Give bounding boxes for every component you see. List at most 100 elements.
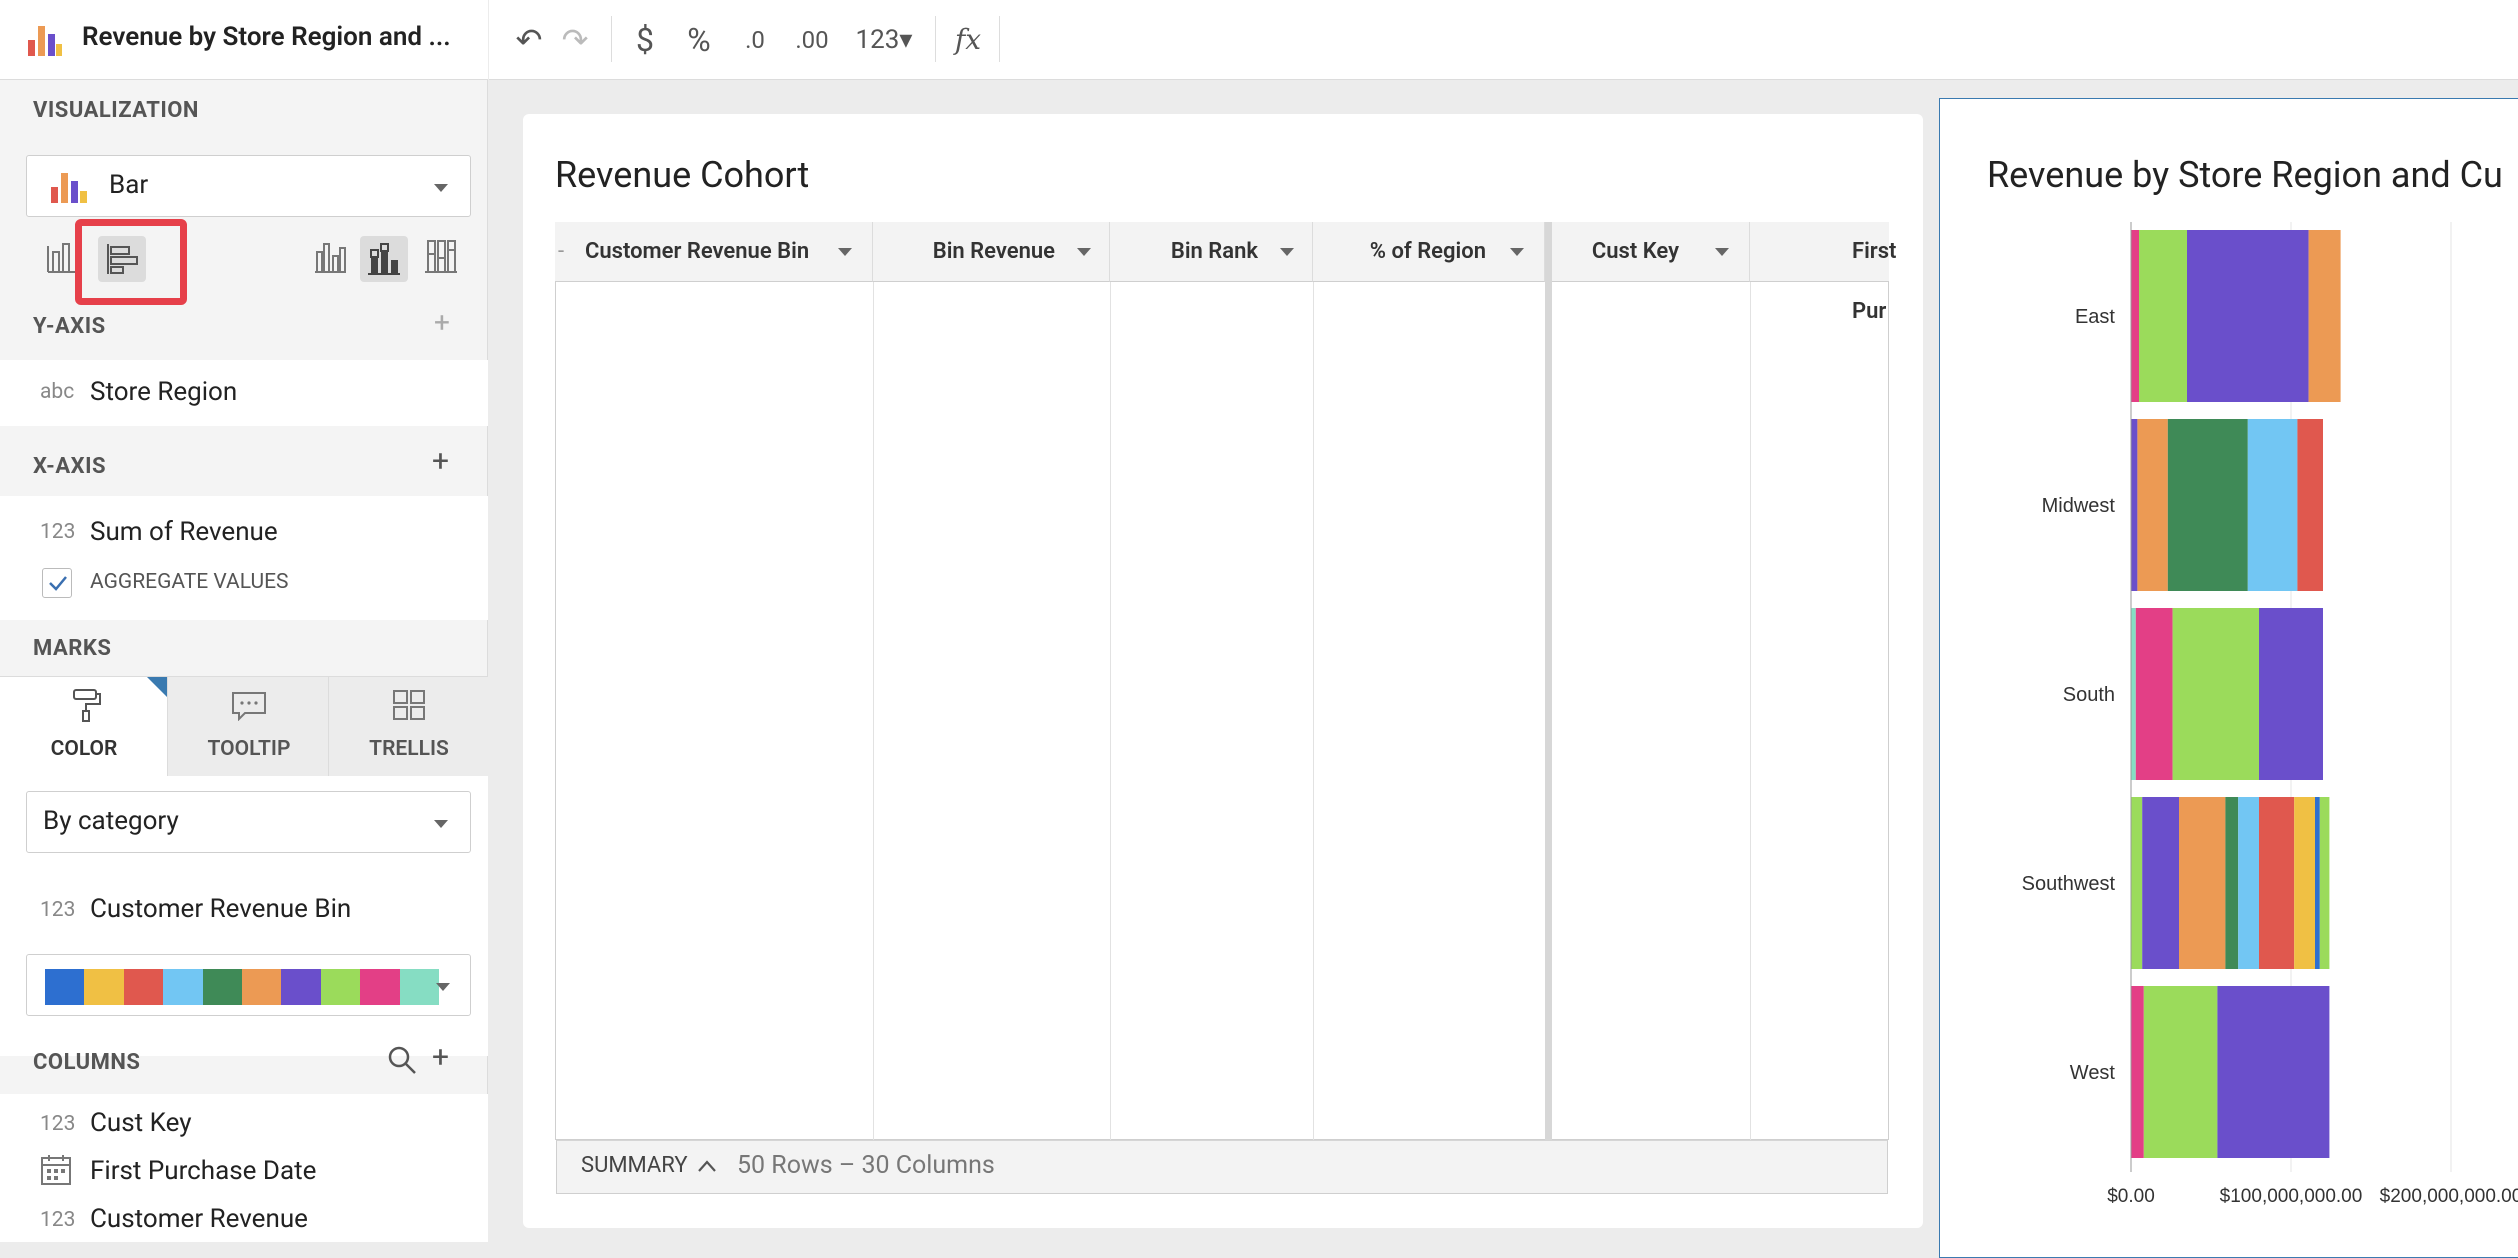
number-type-icon: 123 — [40, 1112, 76, 1136]
active-corner-marker — [147, 677, 167, 697]
bar-segment[interactable] — [2172, 608, 2259, 780]
header-label: First Pur — [1852, 239, 1897, 324]
add-yaxis-icon[interactable]: + — [434, 306, 450, 339]
xaxis-field-row[interactable]: 123 Sum of Revenue AGGREGATE VALUES — [0, 496, 488, 620]
header-label: Customer Revenue Bin — [585, 239, 810, 264]
aggregate-checkbox[interactable] — [42, 568, 72, 598]
column-header-first-purchase[interactable]: First Pur — [1750, 222, 1896, 324]
visualization-section-label: VISUALIZATION — [33, 98, 199, 123]
chevron-down-icon[interactable] — [1715, 248, 1729, 256]
summary-bar[interactable]: SUMMARY 50 Rows – 30 Columns — [556, 1140, 1888, 1194]
bar-segment[interactable] — [2131, 986, 2144, 1158]
bar-segment[interactable] — [2137, 419, 2168, 591]
marks-tabs: COLOR TOOLTIP TRELLIS — [0, 676, 488, 777]
color-field-name[interactable]: Customer Revenue Bin — [90, 894, 351, 924]
column-header-bin-rank[interactable]: Bin Rank — [1110, 222, 1313, 282]
stacked-bar-option[interactable] — [360, 236, 408, 282]
header-label: Bin Rank — [1170, 239, 1258, 264]
percent-format-button[interactable]: % — [677, 18, 721, 62]
chevron-down-icon[interactable] — [1510, 248, 1524, 256]
bar-segment[interactable] — [2139, 230, 2187, 402]
formula-bar-input[interactable] — [1001, 10, 2518, 68]
summary-label: SUMMARY — [581, 1153, 688, 1178]
bar-segment[interactable] — [2131, 608, 2136, 780]
bar-segment[interactable] — [2217, 986, 2330, 1158]
bar-segment[interactable] — [2315, 797, 2320, 969]
column-item-cust-key[interactable]: Cust Key — [90, 1108, 192, 1138]
grid-line — [873, 282, 874, 1140]
bar-segment[interactable] — [2131, 797, 2143, 969]
chart-type-value: Bar — [109, 170, 149, 200]
bar-segment[interactable] — [2142, 797, 2179, 969]
columns-section-label: COLUMNS — [33, 1050, 141, 1075]
bar-segment[interactable] — [2135, 608, 2173, 780]
bar-segment[interactable] — [2259, 608, 2323, 780]
number-format-dropdown[interactable]: 123▾ — [849, 18, 919, 62]
bar-segment[interactable] — [2187, 230, 2309, 402]
palette-swatch — [399, 969, 440, 1005]
y-category-label: Southwest — [2022, 873, 2116, 895]
marks-section-label: MARKS — [33, 636, 112, 661]
bar-segment[interactable] — [2259, 797, 2295, 969]
percent-stacked-bar-icon[interactable] — [423, 238, 459, 274]
number-type-icon: 123 — [40, 520, 76, 544]
bar-segment[interactable] — [2238, 797, 2259, 969]
bar-segment[interactable] — [2294, 797, 2315, 969]
bar-segment[interactable] — [2143, 986, 2218, 1158]
palette-swatch — [242, 969, 282, 1005]
tab-color[interactable]: COLOR — [0, 677, 168, 777]
decrease-decimals-button[interactable]: .0 — [733, 18, 777, 62]
chevron-up-icon[interactable] — [697, 1158, 717, 1174]
bar-chart-logo-icon — [28, 26, 62, 56]
vertical-bar-icon[interactable] — [44, 238, 78, 274]
search-icon[interactable] — [386, 1044, 418, 1076]
horizontal-bar-option[interactable] — [98, 236, 146, 282]
format-toolbar: ↶ ↷ $ % .0 .00 123▾ fx — [489, 0, 2518, 80]
palette-swatch — [281, 969, 321, 1005]
column-header-cust-key[interactable]: Cust Key — [1552, 222, 1750, 282]
column-header-bin-revenue[interactable]: Bin Revenue — [873, 222, 1110, 282]
bar-segment[interactable] — [2319, 797, 2330, 969]
increase-decimals-button[interactable]: .00 — [785, 18, 839, 62]
chevron-down-icon[interactable] — [1280, 248, 1294, 256]
palette-swatch — [320, 969, 361, 1005]
undo-icon[interactable]: ↶ — [507, 18, 551, 62]
tab-tooltip[interactable]: TOOLTIP — [169, 677, 329, 777]
color-palette-dropdown[interactable] — [26, 954, 471, 1016]
bar-segment[interactable] — [2179, 797, 2226, 969]
workbook-title[interactable]: Revenue by Store Region and ... — [82, 22, 451, 52]
calendar-icon — [41, 1155, 71, 1185]
bar-chart-type-icon — [51, 173, 87, 203]
column-header-pct-of-region[interactable]: % of Region — [1313, 222, 1545, 282]
bar-segment[interactable] — [2297, 419, 2323, 591]
columns-list: 123 Cust Key First Purchase Date 123 Cus… — [0, 1094, 488, 1242]
currency-format-button[interactable]: $ — [623, 18, 667, 62]
toolbar-divider — [611, 16, 612, 62]
bar-segment[interactable] — [2225, 797, 2239, 969]
bar-segment[interactable] — [2131, 230, 2139, 402]
add-xaxis-icon[interactable]: + — [432, 444, 449, 479]
redo-icon[interactable]: ↷ — [553, 18, 597, 62]
bar-segment[interactable] — [2167, 419, 2248, 591]
tab-trellis[interactable]: TRELLIS — [330, 677, 488, 777]
yaxis-field-row[interactable]: abc Store Region — [0, 360, 488, 426]
tooltip-icon — [232, 692, 266, 721]
frozen-column-divider[interactable] — [1545, 222, 1552, 1140]
add-column-icon[interactable]: + — [432, 1040, 449, 1075]
chart-type-dropdown[interactable]: Bar — [26, 155, 471, 217]
bar-segment[interactable] — [2247, 419, 2298, 591]
grouped-bar-icon[interactable] — [312, 238, 348, 274]
color-mode-dropdown[interactable]: By category — [26, 791, 471, 853]
column-item-first-purchase-date[interactable]: First Purchase Date — [90, 1156, 316, 1186]
yaxis-section-label: Y-AXIS — [33, 314, 106, 339]
formula-icon[interactable]: fx — [944, 18, 992, 62]
number-type-icon: 123 — [40, 898, 76, 922]
bar-segment[interactable] — [2308, 230, 2341, 402]
column-item-customer-revenue[interactable]: Customer Revenue — [90, 1204, 308, 1234]
chevron-down-icon[interactable] — [838, 248, 852, 256]
x-tick-label: $100,000,000.00 — [2220, 1186, 2363, 1207]
chevron-down-icon[interactable] — [1077, 248, 1091, 256]
header-label: Bin Revenue — [932, 239, 1055, 264]
bar-segment[interactable] — [2131, 419, 2138, 591]
column-header-customer-revenue-bin[interactable]: - Customer Revenue Bin — [555, 222, 873, 282]
